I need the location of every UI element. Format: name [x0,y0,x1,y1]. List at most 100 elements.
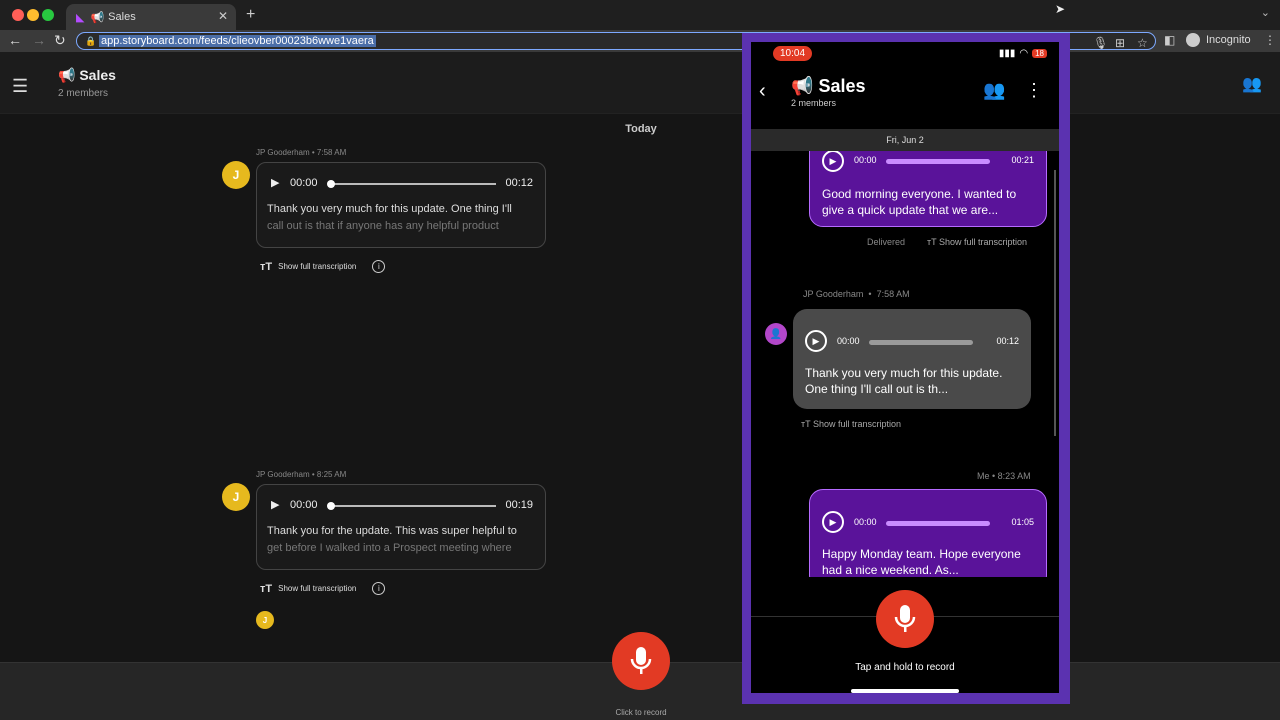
megaphone-icon: 📢 [791,76,814,96]
current-time: 00:00 [290,499,318,511]
current-time: 00:00 [290,177,318,189]
info-icon[interactable]: i [372,582,386,595]
show-transcription-label: Show full transcription [938,237,1028,247]
hamburger-menu-icon[interactable]: ☰ [12,76,28,97]
phone-message-list[interactable]: ▶ 00:00 00:21 Good morning everyone. I w… [751,151,1059,577]
feed-members-count: 2 members [58,88,109,99]
window-close-button[interactable] [12,9,24,21]
phone-status-bar: 10:04 ▮▮▮ ◠ 18 [751,42,1059,68]
transcription-preview: Happy Monday team. Hope everyone had a n… [822,547,1021,577]
play-icon[interactable]: ▶ [805,330,827,352]
new-tab-button[interactable]: + [246,6,255,24]
status-icons: ▮▮▮ ◠ 18 [999,48,1047,59]
more-options-icon[interactable]: ⋮ [1025,80,1043,101]
message-meta: Me • 8:23 AM [977,471,1031,481]
incognito-profile[interactable]: Incognito [1186,33,1251,47]
meta-separator: • [865,289,875,299]
reload-icon[interactable]: ↻ [54,32,66,49]
show-transcription-link[interactable]: ᴛT Show full transcription [801,419,901,429]
tab-search-chevron-icon[interactable]: ⌄ [1261,6,1270,19]
record-button[interactable] [876,590,934,648]
voice-message-bubble: ▶ 00:00 00:12 Thank you very much for th… [256,162,546,248]
transcription-preview: Good morning everyone. I wanted to give … [822,187,1017,217]
qr-code-icon[interactable]: ⊞ [1115,36,1125,50]
info-icon[interactable]: i [372,260,386,273]
side-panel-icon[interactable]: ◧ [1164,33,1175,47]
battery-icon: 18 [1032,49,1047,58]
play-icon[interactable]: ▶ [822,511,844,533]
audio-progress-slider[interactable] [327,502,496,510]
tab-title: Sales [108,11,136,23]
browser-menu-icon[interactable]: ⋮ [1264,33,1276,47]
cellular-signal-icon: ▮▮▮ [998,48,1016,59]
bookmark-star-icon[interactable]: ☆ [1137,36,1148,50]
text-size-icon: ᴛT [927,237,937,247]
show-transcription-link[interactable]: ᴛT Show full transcription i [260,260,386,273]
voice-message-bubble: ▶ 00:00 00:21 Good morning everyone. I w… [809,151,1047,227]
play-icon[interactable]: ▶ [271,176,279,189]
incognito-label: Incognito [1206,34,1251,46]
current-time: 00:00 [854,155,877,165]
show-transcription-label: Show full transcription [278,262,357,271]
show-transcription-link[interactable]: ᴛT Show full transcription i [260,582,386,595]
audio-progress-slider[interactable] [886,521,990,526]
audio-progress-slider[interactable] [886,159,990,164]
avatar[interactable]: 👤 [765,323,787,345]
person-icon: 👤 [769,328,783,340]
browser-tab-active[interactable]: ◣ 📢 Sales ✕ [66,4,236,30]
window-minimize-button[interactable] [27,9,39,21]
author-name: JP Gooderham [803,289,864,299]
transcription-preview: Thank you for the update. This was super… [267,523,537,557]
forward-arrow-icon[interactable]: → [32,32,46,48]
phone-date-separator: Fri, Jun 2 [751,129,1059,151]
avatar[interactable]: J [222,483,250,511]
transcription-line-faded: get before I walked into a Prospect meet… [267,542,512,554]
mobile-app-screen: 10:04 ▮▮▮ ◠ 18 ‹ 📢 Sales 2 members 👥 ⋮ F… [751,42,1059,693]
avatar[interactable]: J [222,161,250,189]
megaphone-icon: 📢 [58,67,76,83]
back-chevron-icon[interactable]: ‹ [759,80,766,103]
back-arrow-icon[interactable]: ← [8,32,22,48]
record-label: Click to record [615,708,667,717]
group-members-icon[interactable]: 👥 [1242,74,1262,94]
group-members-icon[interactable]: 👥 [983,80,1005,101]
transcription-line: Thank you very much for this update. One… [267,203,512,215]
duration: 01:05 [1011,517,1034,527]
play-icon[interactable]: ▶ [271,498,279,511]
play-icon[interactable]: ▶ [822,151,844,172]
duration: 00:21 [1011,155,1034,165]
message-meta: JP Gooderham • 7:58 AM [803,289,910,299]
text-size-icon: ᴛT [801,419,811,429]
phone-feed-header: ‹ 📢 Sales 2 members 👥 ⋮ [751,68,1059,128]
feed-title: 📢 Sales [58,67,116,84]
wifi-icon: ◠ [1019,48,1029,59]
lock-icon: 🔒 [85,36,97,46]
microphone-icon [894,605,916,632]
text-size-icon: ᴛT [260,582,273,595]
window-maximize-button[interactable] [42,9,54,21]
phone-feed-title-text: Sales [818,76,866,96]
text-size-icon: ᴛT [260,260,273,273]
browser-toolbar: ← → ↻ 🔒 app.storyboard.com/feeds/clieovb… [0,30,1280,52]
voice-message-bubble: ▶ 00:00 01:05 Happy Monday team. Hope ev… [809,489,1047,577]
record-button[interactable] [612,632,670,690]
duration: 00:12 [505,177,533,189]
duration: 00:19 [505,499,533,511]
microphone-icon[interactable]: 🎙 [1093,36,1108,50]
feed-title-text: Sales [79,67,116,83]
message-time: 7:58 AM [876,289,910,299]
tab-close-icon[interactable]: ✕ [218,9,228,23]
audio-progress-slider[interactable] [327,180,496,188]
scrollbar[interactable] [1054,170,1056,436]
slider-handle[interactable] [327,180,335,188]
message-meta: JP Gooderham • 7:58 AM [256,148,347,157]
audio-progress-slider[interactable] [869,340,973,345]
home-indicator[interactable] [851,689,959,693]
show-transcription-link[interactable]: ᴛT Show full transcription [927,237,1027,247]
mouse-cursor-icon: ➤ [1055,2,1066,16]
storyboard-web-app: ☰ 📢 Sales 2 members 👥 Today J JP Gooderh… [0,52,1280,720]
status-time: 10:04 [773,46,813,61]
microphone-icon [630,647,652,674]
slider-handle[interactable] [327,502,335,510]
voice-message: J JP Gooderham • 8:25 AM ▶ 00:00 00:19 T… [222,470,552,600]
